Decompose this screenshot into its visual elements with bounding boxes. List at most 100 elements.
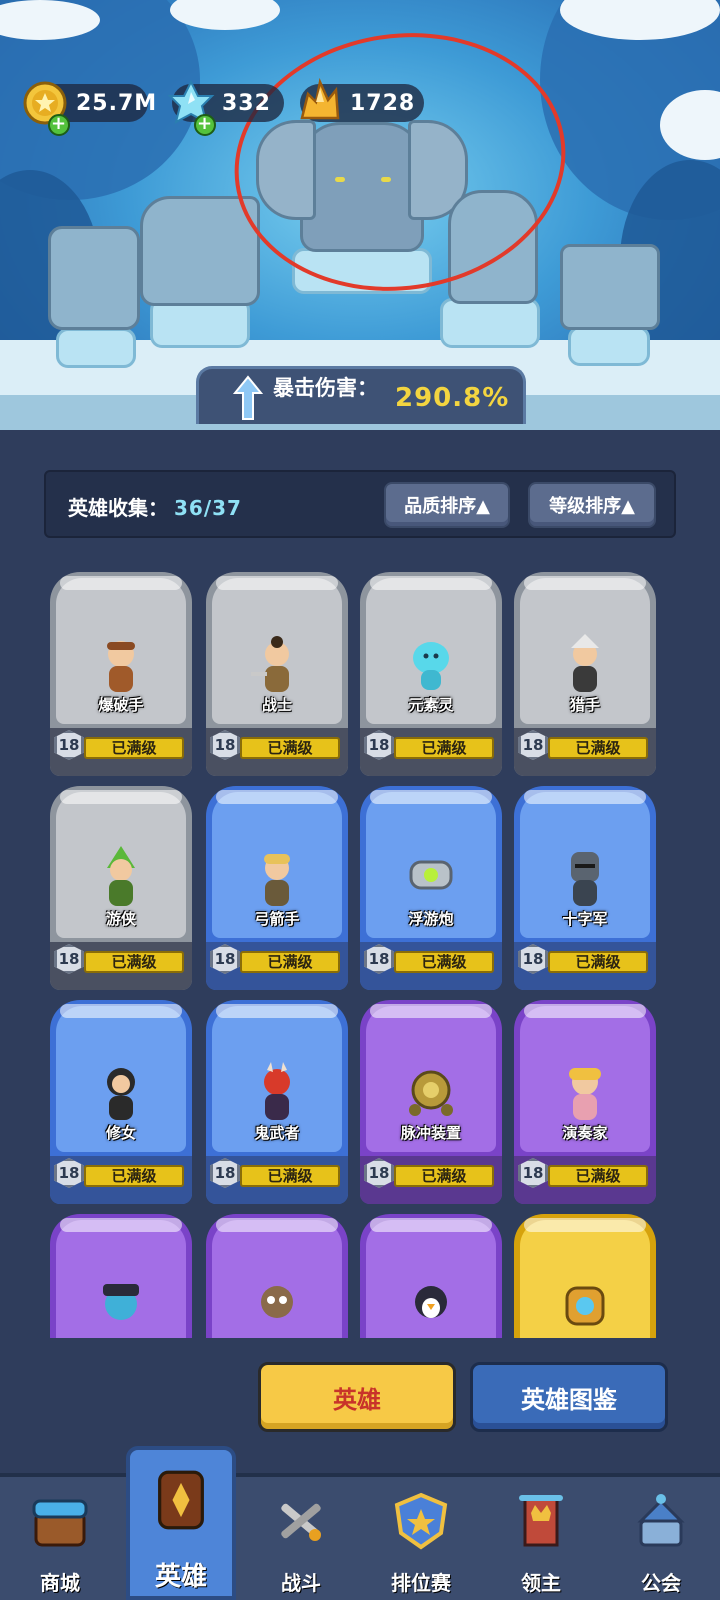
hero-card[interactable]: 爆破手 18 已满级	[50, 572, 192, 776]
max-level-label: 已满级	[84, 951, 184, 973]
hero-portrait	[571, 852, 599, 906]
hero-card[interactable]: 演奏家 18 已满级	[514, 1000, 656, 1204]
hero-card-partial[interactable]	[360, 1214, 502, 1338]
hero-name: 游侠	[105, 910, 136, 928]
nav-shop[interactable]: 商城	[0, 1477, 120, 1600]
statue-left-1	[48, 226, 140, 330]
hero-card[interactable]: 元素灵 18 已满级	[360, 572, 502, 776]
hero-name: 浮游炮	[408, 910, 454, 928]
nav-hero[interactable]: 英雄	[121, 1446, 241, 1592]
hero-name: 弓箭手	[254, 910, 300, 928]
hero-card[interactable]: 游侠 18 已满级	[50, 786, 192, 990]
nav-ranked[interactable]: 排位赛	[361, 1477, 481, 1600]
crystal-value: 332	[222, 90, 271, 116]
crossed-swords-icon	[281, 1503, 321, 1541]
hero-card-partial[interactable]	[50, 1214, 192, 1338]
hero-grid: 爆破手 18 已满级 战士 18 已满级 元素灵 18 已满级 猎手 18 已满…	[50, 572, 670, 1338]
collection-count: 36/37	[174, 496, 242, 520]
hero-name: 演奏家	[562, 1124, 608, 1142]
nav-battle-label: 战斗	[281, 1571, 321, 1595]
sort-by-level-button[interactable]: 等级排序▲	[528, 482, 656, 528]
up-arrow-icon	[233, 375, 263, 420]
hero-card-icon	[158, 1470, 204, 1530]
add-gold-icon[interactable]: +	[48, 114, 70, 136]
add-crystal-icon[interactable]: +	[194, 114, 216, 136]
max-level-label: 已满级	[548, 951, 648, 973]
nav-lord-label: 领主	[521, 1571, 561, 1595]
hero-card[interactable]: 脉冲装置 18 已满级	[360, 1000, 502, 1204]
hero-name: 元素灵	[408, 696, 454, 714]
hero-portrait	[251, 636, 289, 692]
guild-castle-icon	[637, 1494, 685, 1547]
hero-name: 猎手	[569, 696, 600, 714]
nav-battle[interactable]: 战斗	[241, 1477, 361, 1600]
nav-guild[interactable]: 公会	[601, 1477, 720, 1600]
hero-portrait	[107, 846, 135, 906]
statue-hall-scene: + 25.7M + 332 1728 暴击伤害： 290.8%	[0, 0, 720, 430]
hero-card-partial[interactable]	[514, 1214, 656, 1338]
hero-portrait	[415, 1286, 447, 1318]
hero-tab-button[interactable]: 英雄	[258, 1362, 456, 1432]
hero-portrait	[107, 1068, 135, 1120]
hero-portrait	[571, 634, 599, 692]
crit-damage-bar: 暴击伤害： 290.8%	[196, 366, 526, 424]
hero-card-partial[interactable]	[206, 1214, 348, 1338]
hero-card[interactable]: 修女 18 已满级	[50, 1000, 192, 1204]
collection-header: 英雄收集： 36/37 品质排序▲ 等级排序▲	[44, 470, 676, 538]
hero-name: 鬼武者	[254, 1124, 300, 1142]
gem-resource[interactable]: 1728	[300, 78, 424, 122]
hero-card[interactable]: 浮游炮 18 已满级	[360, 786, 502, 990]
hero-encyclopedia-button[interactable]: 英雄图鉴	[470, 1362, 668, 1432]
sort-by-quality-button[interactable]: 品质排序▲	[384, 482, 510, 528]
hero-portrait	[261, 1286, 293, 1318]
hero-card[interactable]: 战士 18 已满级	[206, 572, 348, 776]
hero-name: 战士	[261, 696, 292, 714]
crystal-resource[interactable]: + 332	[167, 79, 284, 136]
max-level-label: 已满级	[548, 1165, 648, 1187]
hero-portrait	[569, 1068, 601, 1120]
statue-right-2	[560, 244, 660, 330]
gold-value: 25.7M	[76, 90, 158, 116]
max-level-label: 已满级	[84, 737, 184, 759]
hero-portrait	[565, 1286, 605, 1326]
max-level-label: 已满级	[394, 951, 494, 973]
hero-card[interactable]: 十字军 18 已满级	[514, 786, 656, 990]
crit-value: 290.8%	[395, 383, 510, 413]
gem-value: 1728	[350, 90, 416, 116]
hero-portrait	[409, 1070, 453, 1116]
hero-name: 修女	[105, 1124, 136, 1142]
hero-portrait	[264, 1062, 290, 1120]
hero-portrait	[107, 641, 135, 692]
hero-card[interactable]: 猎手 18 已满级	[514, 572, 656, 776]
hero-portrait	[413, 642, 449, 690]
hero-portrait	[264, 854, 290, 906]
lord-banner-icon	[519, 1495, 563, 1547]
crit-label: 暴击伤害：	[273, 376, 378, 400]
max-level-label: 已满级	[394, 737, 494, 759]
hero-name: 十字军	[562, 910, 608, 928]
hero-card[interactable]: 鬼武者 18 已满级	[206, 1000, 348, 1204]
nav-hero-label: 英雄	[154, 1562, 207, 1592]
nav-lord[interactable]: 领主	[481, 1477, 601, 1600]
app-root: + 25.7M + 332 1728 暴击伤害： 290.8% 英雄收集： 36…	[0, 0, 720, 1600]
nav-ranked-label: 排位赛	[391, 1571, 451, 1595]
hero-portrait	[103, 1284, 139, 1320]
nav-guild-label: 公会	[641, 1571, 681, 1595]
max-level-label: 已满级	[240, 951, 340, 973]
gold-gem-icon	[300, 78, 340, 120]
hero-name: 脉冲装置	[400, 1124, 461, 1142]
hero-name: 爆破手	[98, 696, 144, 714]
max-level-label: 已满级	[84, 1165, 184, 1187]
collection-title: 英雄收集： 36/37	[68, 496, 242, 520]
max-level-label: 已满级	[548, 737, 648, 759]
hero-card[interactable]: 弓箭手 18 已满级	[206, 786, 348, 990]
rank-shield-icon	[394, 1492, 448, 1550]
shop-chest-icon	[32, 1499, 88, 1547]
statue-left-2	[140, 196, 260, 306]
gold-resource[interactable]: + 25.7M	[23, 81, 156, 136]
max-level-label: 已满级	[240, 1165, 340, 1187]
max-level-label: 已满级	[394, 1165, 494, 1187]
max-level-label: 已满级	[240, 737, 340, 759]
hero-portrait	[409, 860, 453, 890]
nav-shop-label: 商城	[40, 1571, 80, 1595]
